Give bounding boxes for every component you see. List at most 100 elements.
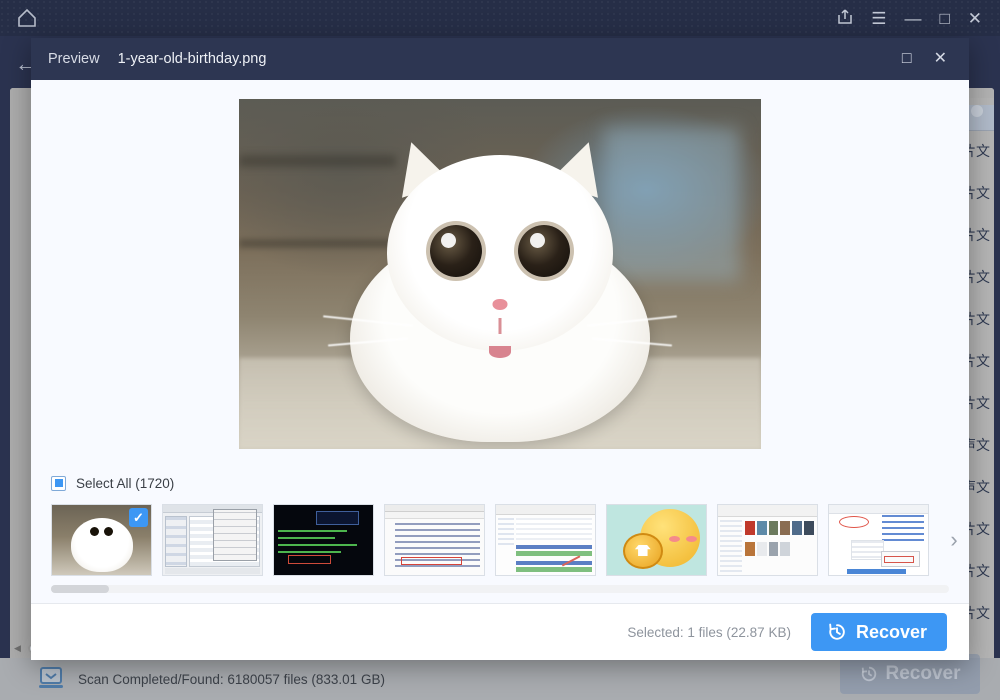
annotation-text-block xyxy=(882,515,924,541)
history-icon xyxy=(860,665,878,683)
recover-button-label: Recover xyxy=(856,622,927,643)
grid-item xyxy=(745,542,755,556)
cat-eye-left xyxy=(430,225,482,277)
status-bar-stripe xyxy=(847,569,906,574)
preview-dialog-footer: Selected: 1 files (22.87 KB) Recover xyxy=(31,603,969,660)
app-window-controls: ☰ — □ ✕ xyxy=(837,8,1000,28)
grid-item xyxy=(757,521,767,535)
grid-item xyxy=(757,542,767,556)
scrollbar-track[interactable] xyxy=(51,585,949,593)
select-all-row[interactable]: Select All (1720) xyxy=(31,468,969,498)
thumbnail-annotated-note[interactable] xyxy=(828,504,929,576)
thumbnail-file-list[interactable] xyxy=(495,504,596,576)
selected-files-info: Selected: 1 files (22.87 KB) xyxy=(627,625,791,640)
terminal-highlight-box xyxy=(288,555,332,564)
mini-cat-eye xyxy=(90,527,99,536)
select-all-label: Select All (1720) xyxy=(76,476,174,491)
row-header-blue xyxy=(516,545,592,549)
grid-item xyxy=(804,521,814,535)
cat-mouth xyxy=(499,318,502,334)
thumbnail-grid xyxy=(745,521,814,561)
cartoon-coin xyxy=(623,533,663,569)
thumbnail-explorer[interactable] xyxy=(717,504,818,576)
share-icon[interactable] xyxy=(837,8,853,28)
grid-item xyxy=(745,521,755,535)
file-rows xyxy=(516,518,592,540)
preview-dialog-body: Select All (1720) ✓ xyxy=(31,80,969,603)
close-icon[interactable]: ✕ xyxy=(934,51,947,67)
grid-item xyxy=(792,542,802,556)
circle-icon xyxy=(971,105,983,117)
context-menu xyxy=(213,509,257,561)
window-titlebar-stripe xyxy=(829,505,928,514)
eye-glint xyxy=(441,233,456,248)
cartoon-blush xyxy=(686,536,697,542)
row-green xyxy=(516,567,592,572)
highlighted-menu-item xyxy=(884,556,914,563)
cartoon-blush xyxy=(669,536,680,542)
preview-dialog-titlebar: Preview 1-year-old-birthday.png □ ✕ xyxy=(31,38,969,80)
close-icon[interactable]: ✕ xyxy=(968,10,982,27)
monitor-icon xyxy=(34,665,68,693)
terminal-line xyxy=(278,544,357,546)
preview-image-stage xyxy=(31,80,969,468)
maximize-icon[interactable]: □ xyxy=(902,51,912,67)
grid-item xyxy=(792,521,802,535)
window-titlebar-stripe xyxy=(385,505,484,512)
mini-cat-head xyxy=(71,518,133,572)
thumbnail-cat-photo[interactable]: ✓ xyxy=(51,504,152,576)
dialog-window-controls: □ ✕ xyxy=(902,51,969,67)
photo-window-light xyxy=(604,127,740,281)
history-icon xyxy=(827,622,847,642)
grid-item xyxy=(769,542,779,556)
home-icon[interactable] xyxy=(16,7,38,29)
window-titlebar-stripe xyxy=(718,505,817,517)
context-menu xyxy=(881,551,921,566)
navigation-pane xyxy=(720,520,742,572)
window-titlebar-stripe xyxy=(496,505,595,515)
terminal-line xyxy=(278,551,341,553)
thumbnail-cartoon-coin[interactable] xyxy=(606,504,707,576)
minimize-icon[interactable]: — xyxy=(904,10,921,27)
highlighted-device-row xyxy=(401,557,462,565)
row-green xyxy=(516,551,592,556)
red-ellipse-annotation xyxy=(839,516,869,528)
preview-filename: 1-year-old-birthday.png xyxy=(118,51,267,67)
thumbnail-next-icon[interactable]: › xyxy=(943,523,965,557)
checkbox-indeterminate-icon xyxy=(55,479,63,487)
cat-nose xyxy=(493,299,508,310)
disk-volume-list xyxy=(165,516,187,567)
thumbnail-terminal[interactable] xyxy=(273,504,374,576)
document-body xyxy=(851,540,885,560)
scroll-left-icon[interactable]: ◀ xyxy=(14,643,21,654)
maximize-icon[interactable]: □ xyxy=(939,10,949,27)
thumbnail-strip[interactable]: ✓ xyxy=(31,498,969,582)
thumbnail-device-manager[interactable] xyxy=(384,504,485,576)
background-recover-label: Recover xyxy=(886,663,961,685)
recover-button[interactable]: Recover xyxy=(811,613,947,651)
grid-item xyxy=(780,521,790,535)
preview-photo xyxy=(239,99,761,449)
grid-item xyxy=(769,521,779,535)
legend-bar xyxy=(165,568,260,574)
terminal-line xyxy=(278,530,347,532)
thumbnail-scrollbar[interactable] xyxy=(51,582,949,596)
menu-icon[interactable]: ☰ xyxy=(871,10,886,27)
preview-dialog: Preview 1-year-old-birthday.png □ ✕ xyxy=(31,38,969,660)
photo-shelf-upper xyxy=(239,155,396,167)
thumbnail-selected-check-icon[interactable]: ✓ xyxy=(129,508,148,527)
menu-bar-stripe xyxy=(385,512,484,519)
scrollbar-thumb[interactable] xyxy=(51,585,109,593)
cat-lip xyxy=(489,346,511,358)
app-titlebar: ☰ — □ ✕ xyxy=(0,0,1000,36)
background-recover-button[interactable]: Recover xyxy=(840,654,980,694)
thumbnail-disk-manager[interactable] xyxy=(162,504,263,576)
row-header-blue xyxy=(516,561,592,565)
select-all-checkbox[interactable] xyxy=(51,476,66,491)
scan-status-text: Scan Completed/Found: 6180057 files (833… xyxy=(78,672,385,687)
grid-item xyxy=(780,542,790,556)
terminal-box xyxy=(316,511,360,525)
tree-pane xyxy=(498,518,514,546)
grid-item xyxy=(804,542,814,556)
preview-label: Preview xyxy=(48,51,100,67)
